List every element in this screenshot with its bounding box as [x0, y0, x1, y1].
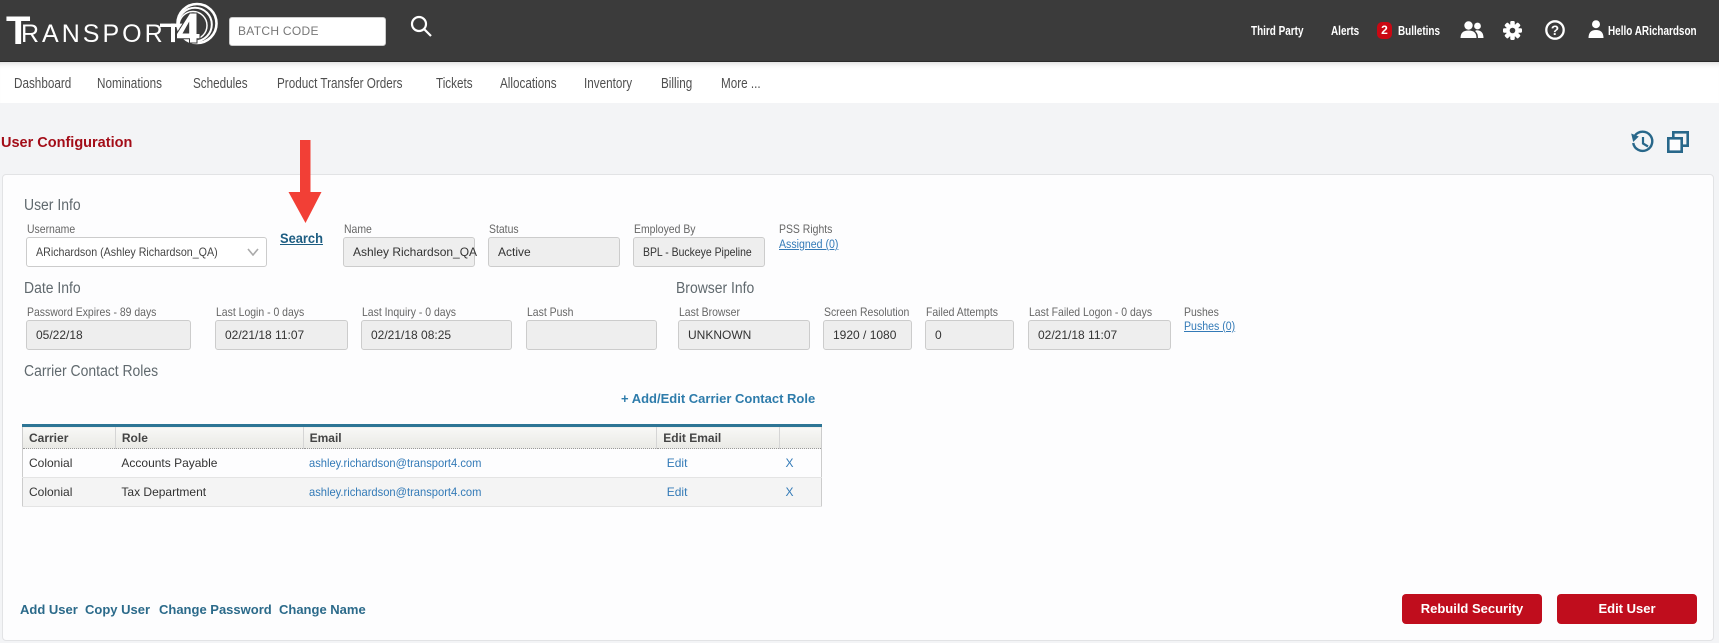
svg-text:?: ? — [1551, 23, 1559, 38]
svg-text:RANSPOR: RANSPOR — [21, 20, 166, 48]
